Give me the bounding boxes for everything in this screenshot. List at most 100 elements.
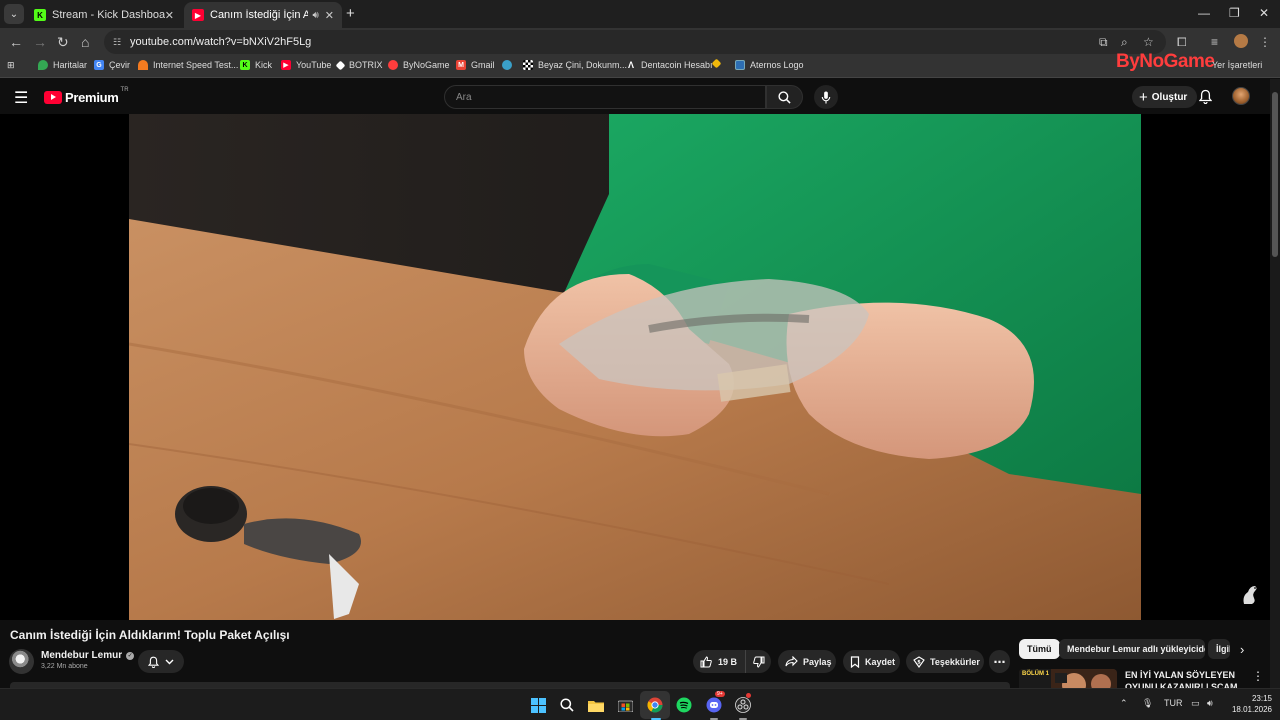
browser-profile-avatar[interactable] <box>1234 34 1248 48</box>
bookmark-label: Haritalar <box>53 60 88 70</box>
thumbs-up-icon <box>700 655 712 667</box>
file-explorer-icon[interactable] <box>586 695 606 715</box>
address-bar[interactable]: ☷ youtube.com/watch?v=bNXiV2hF5Lg <box>104 30 1166 54</box>
bookmark-aternos[interactable]: Aternos Logo <box>735 60 804 70</box>
network-icon[interactable]: ▭ <box>1191 698 1200 709</box>
spotify-icon[interactable] <box>674 695 694 715</box>
extensions-icon[interactable]: ⧠ <box>1177 35 1187 50</box>
obs-icon[interactable] <box>733 693 753 715</box>
show-hidden-icons-chevron[interactable]: ⌃ <box>1120 698 1128 709</box>
share-button[interactable]: Paylaş <box>778 650 836 673</box>
video-frame[interactable] <box>129 114 1141 620</box>
window-close-icon[interactable]: ✕ <box>1259 6 1269 20</box>
dislike-button[interactable] <box>746 650 771 673</box>
kick-icon: K <box>240 60 250 70</box>
bookmark-speedtest[interactable]: Internet Speed Test... <box>138 60 238 70</box>
bookmark-label: Gmail <box>471 60 495 70</box>
page-scrollbar[interactable] <box>1270 79 1280 688</box>
close-icon[interactable]: ✕ <box>325 9 334 22</box>
channel-watermark-icon[interactable] <box>1240 582 1260 606</box>
browser-toolbar: ← → ↻ ⌂ ☷ youtube.com/watch?v=bNXiV2hF5L… <box>0 28 1280 56</box>
country-code: TR <box>120 87 129 93</box>
bookmark-gmail[interactable]: M Gmail <box>456 60 495 70</box>
close-icon[interactable]: ✕ <box>165 9 174 22</box>
plus-icon: + <box>1139 88 1148 106</box>
apps-grid-icon[interactable]: ⊞ <box>7 60 15 71</box>
channel-name-row[interactable]: Mendebur Lemur ✓ <box>41 650 135 661</box>
browser-tab-youtube[interactable]: ▶ Canım İstediği İçin Aldıklarım 🔊︎ ✕ <box>184 2 342 28</box>
bookmark-kick[interactable]: K Kick <box>240 60 272 70</box>
bookmark-botrix[interactable]: BOTRIX <box>335 60 383 70</box>
account-avatar[interactable] <box>1232 87 1250 105</box>
bookmark-dentacoin[interactable]: Λ Dentacoin Hesabı <box>626 60 713 70</box>
more-vertical-icon[interactable]: ⋮ <box>1252 669 1264 683</box>
restore-icon[interactable]: ❐ <box>1229 6 1240 20</box>
volume-icon[interactable]: 🔊︎ <box>1207 698 1213 709</box>
chevron-right-icon[interactable]: › <box>1240 642 1244 657</box>
new-tab-button[interactable]: + <box>346 5 355 22</box>
bookmark-youtube[interactable]: ▶ YouTube <box>281 60 331 70</box>
thanks-button[interactable]: $ Teşekkürler <box>906 650 984 673</box>
bookmark-label: BOTRIX <box>349 60 383 70</box>
search-button[interactable] <box>766 85 803 109</box>
speaker-icon[interactable]: 🔊︎ <box>312 10 318 21</box>
botrix-icon <box>335 60 346 70</box>
forward-icon[interactable]: → <box>33 34 47 50</box>
install-app-icon[interactable]: ⧉ <box>1099 35 1108 50</box>
recording-dot-icon <box>746 693 751 698</box>
notifications-bell-icon[interactable] <box>1199 89 1212 104</box>
bookmark-cevir[interactable]: G Çevir <box>94 60 130 70</box>
reload-icon[interactable]: ↻ <box>57 34 69 51</box>
voice-search-button[interactable] <box>814 85 838 109</box>
menu-icon[interactable]: ☰ <box>14 88 28 108</box>
bookmark-label: ByNoGame <box>403 60 450 70</box>
aternos-icon <box>735 60 745 70</box>
reading-list-icon[interactable]: ≡ <box>1211 35 1218 49</box>
bookmark-label: Dentacoin Hesabı <box>641 60 713 70</box>
recommended-video-title[interactable]: EN İYİ YALAN SÖYLEYEN OYUNU KAZANIR! | S… <box>1125 669 1243 688</box>
site-info-icon[interactable]: ☷ <box>110 35 124 49</box>
chip-all[interactable]: Tümü <box>1019 639 1060 659</box>
chip-from-uploader[interactable]: Mendebur Lemur adlı yükleyiciden <box>1059 639 1205 659</box>
save-button[interactable]: Kaydet <box>843 650 900 673</box>
channel-name[interactable]: Mendebur Lemur <box>41 650 122 661</box>
chrome-icon[interactable] <box>645 695 665 715</box>
browser-tab-kick[interactable]: K Stream - Kick Dashboard ✕ <box>26 2 182 28</box>
youtube-header: ☰ Premium TR Ara + Oluştur <box>0 79 1280 115</box>
like-button[interactable]: 19 B <box>693 650 747 673</box>
bookmark-label: Internet Speed Test... <box>153 60 239 70</box>
scrollbar-thumb[interactable] <box>1272 92 1278 257</box>
browser-menu-icon[interactable]: ⋮ <box>1259 35 1271 49</box>
tab-search-button[interactable]: ⌄ <box>4 4 24 24</box>
more-actions-button[interactable]: ⋯ <box>989 650 1010 673</box>
taskbar-search-icon[interactable] <box>557 695 577 715</box>
discord-icon[interactable]: 9+ <box>704 691 725 715</box>
create-button[interactable]: + Oluştur <box>1132 86 1198 108</box>
other-bookmarks[interactable]: Yer İşaretleri <box>1212 60 1262 70</box>
microphone-tray-icon[interactable]: 🎙︎ <box>1142 698 1153 709</box>
windows-start-icon[interactable] <box>528 695 548 715</box>
system-clock[interactable]: 23:15 18.01.2026 <box>1228 693 1272 715</box>
bookmark-label: Beyaz Çini, Dokunm... <box>538 60 628 70</box>
bookmark-bynogame[interactable]: ByNoGame <box>388 60 450 70</box>
subscription-bell-button[interactable] <box>138 650 184 673</box>
search-input[interactable]: Ara <box>444 85 766 109</box>
bookmark-beyaz-cini[interactable]: Beyaz Çini, Dokunm... <box>523 60 627 70</box>
microsoft-store-icon[interactable] <box>615 695 635 715</box>
chip-related[interactable]: İlgili <box>1208 639 1230 659</box>
bookmark-blue[interactable] <box>502 60 517 70</box>
channel-avatar[interactable] <box>9 649 34 674</box>
input-language[interactable]: TUR <box>1164 698 1183 708</box>
youtube-premium-logo[interactable]: Premium TR <box>44 87 129 105</box>
bookmark-haritalar[interactable]: Haritalar <box>38 60 87 70</box>
bookmark-star-icon[interactable]: ☆ <box>1143 35 1154 49</box>
search-icon <box>778 90 791 104</box>
minimize-icon[interactable]: — <box>1198 6 1210 20</box>
back-icon[interactable]: ← <box>9 34 23 50</box>
zoom-icon[interactable]: ⌕ <box>1121 35 1128 50</box>
home-icon[interactable]: ⌂ <box>81 34 89 50</box>
logo-text: Premium <box>65 90 119 105</box>
bookmark-binance[interactable] <box>711 58 725 69</box>
recommended-video-thumbnail[interactable]: BÖLÜM 1 <box>1019 669 1117 688</box>
share-label: Paylaş <box>803 656 832 667</box>
